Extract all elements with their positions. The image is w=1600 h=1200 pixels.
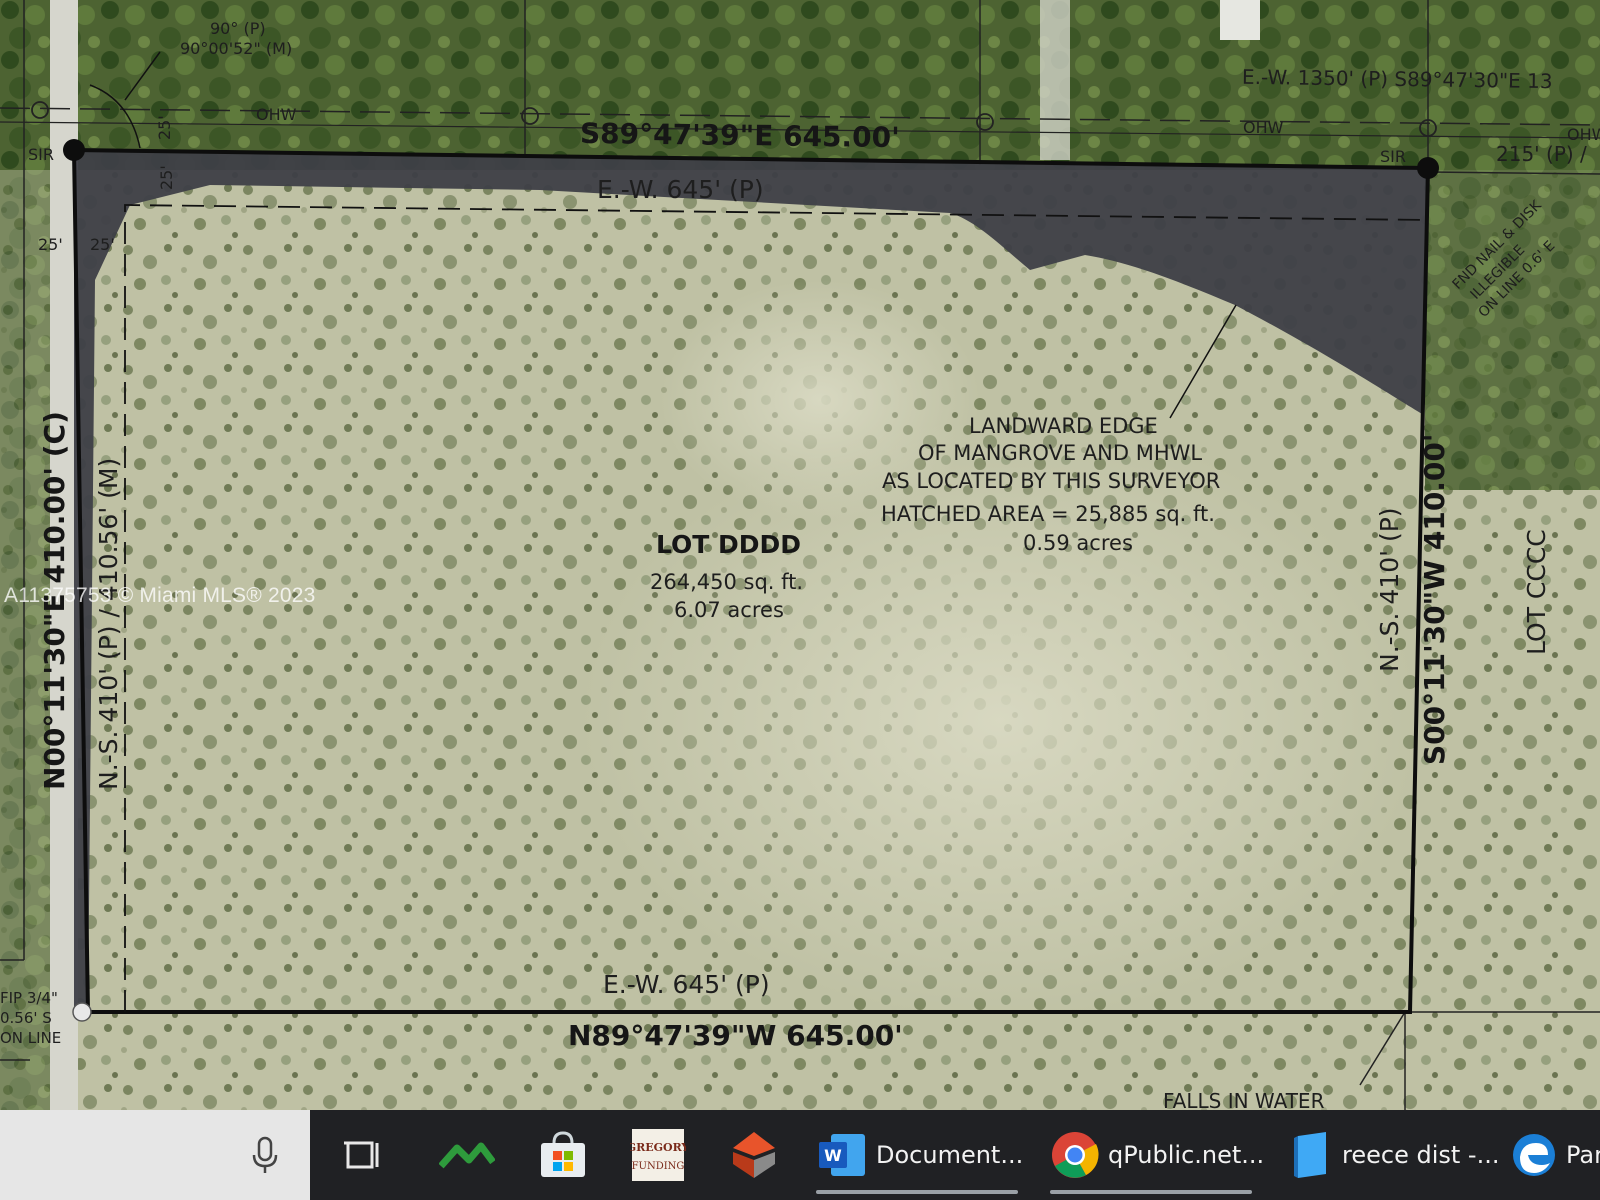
setback-label-3: 25' (38, 235, 63, 254)
top-right-bearing-label: E.-W. 1350' (P) S89°47'30"E 13 (1242, 65, 1553, 93)
microphone-icon (252, 1136, 278, 1173)
app-word[interactable]: W Document... (816, 1110, 1026, 1200)
mangrove-note-line-1: LANDWARD EDGE (969, 414, 1158, 438)
ohw-label-1: OHW (256, 105, 297, 124)
app-edge[interactable]: Par (1510, 1110, 1600, 1200)
task-view-button[interactable] (336, 1110, 392, 1200)
ohw-label-2: OHW (1243, 118, 1284, 137)
fip-note-line-3: ON LINE (0, 1029, 61, 1047)
south-bearing-label: N89°47'39"W 645.00' (568, 1019, 903, 1052)
gregory-logo-text-1: GREGORY (630, 1141, 686, 1154)
lot-area-acres: 6.07 acres (674, 598, 784, 622)
angle-plat-label: 90° (P) (210, 19, 266, 38)
hatched-acres-label: 0.59 acres (1023, 531, 1133, 555)
mls-watermark: A11375753 © Miami MLS® 2023 (4, 584, 316, 607)
ohw-label-3: OHW (1567, 125, 1600, 144)
lot-area-sqft: 264,450 sq. ft. (650, 570, 803, 594)
angle-measured-label: 90°00'52" (M) (180, 39, 292, 58)
reece-label: reece dist -... (1342, 1141, 1500, 1169)
setback-label-4: 25' (90, 235, 115, 254)
photo-screen: S89°47'39"E 645.00' E.-W. 645' (P) E.-W.… (0, 0, 1600, 1110)
falls-in-water-label: FALLS IN WATER (1163, 1089, 1325, 1110)
word-label: Document... (876, 1141, 1024, 1169)
chrome-label: qPublic.net... (1108, 1141, 1265, 1169)
blue-box-icon (1290, 1129, 1334, 1181)
north-bearing-label: S89°47'39"E 645.00' (580, 117, 900, 154)
orange-diamond-icon (733, 1132, 775, 1178)
north-plat-label: E.-W. 645' (P) (597, 175, 764, 204)
app-chrome[interactable]: qPublic.net... (1050, 1110, 1264, 1200)
svg-text:W: W (824, 1146, 842, 1165)
east-plat-label: N.-S. 410' (P) (1375, 507, 1404, 672)
sir-label-1: SIR (28, 145, 54, 164)
microphone-button[interactable] (245, 1110, 285, 1200)
fip-note-line-1: FIP 3/4" (0, 989, 58, 1007)
neighbor-lot-label: LOT CCCC (1522, 529, 1551, 655)
store-bag-icon (541, 1131, 585, 1177)
setback-label-2: 25' (157, 165, 176, 190)
app-store-button[interactable] (528, 1110, 598, 1200)
lot-name-label: LOT DDDD (656, 530, 801, 559)
word-active-indicator (816, 1190, 1018, 1194)
edge-icon (1510, 1129, 1558, 1181)
setback-label-1: 25' (155, 115, 174, 140)
chrome-icon (1050, 1129, 1100, 1181)
app-reece[interactable]: reece dist -... (1290, 1110, 1499, 1200)
sir-label-2: SIR (1380, 147, 1406, 166)
task-view-icon (344, 1141, 379, 1169)
word-icon: W (816, 1129, 868, 1181)
app-gregory-funding[interactable]: GREGORY FUNDING (626, 1110, 690, 1200)
green-chart-icon (439, 1142, 495, 1169)
west-plat-label: N.-S. 410' (P) / 410.56' (M) (94, 458, 123, 790)
edge-label: Par (1566, 1141, 1600, 1169)
gregory-logo-text-2: FUNDING (632, 1161, 685, 1172)
chrome-active-indicator (1050, 1190, 1252, 1194)
gregory-funding-logo: GREGORY FUNDING (630, 1129, 686, 1181)
east-bearing-label: S00°11'30"W 410.00' (1418, 434, 1451, 765)
taskbar: GREGORY FUNDING W Document... qPublic.ne… (0, 1110, 1600, 1200)
fip-note-line-2: 0.56' S (0, 1009, 52, 1027)
app-orange-shapes[interactable] (722, 1110, 786, 1200)
south-plat-label: E.-W. 645' (P) (603, 970, 770, 999)
hatched-area-label: HATCHED AREA = 25,885 sq. ft. (881, 502, 1215, 526)
mangrove-note-line-3: AS LOCATED BY THIS SURVEYOR (882, 469, 1220, 493)
mangrove-note-line-2: OF MANGROVE AND MHWL (918, 441, 1202, 465)
app-green-chart[interactable] (432, 1110, 502, 1200)
survey-map: S89°47'39"E 645.00' E.-W. 645' (P) E.-W.… (0, 0, 1600, 1110)
top-right-plat-label: 215' (P) / (1496, 142, 1587, 166)
